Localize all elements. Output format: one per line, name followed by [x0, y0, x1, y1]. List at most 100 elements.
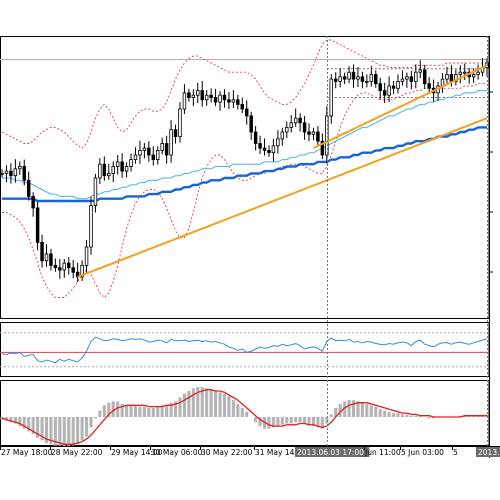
candle-body [262, 147, 267, 151]
candle-body [9, 170, 13, 177]
candle-body [147, 147, 151, 156]
candle-body [391, 85, 396, 89]
candle-body [271, 145, 276, 154]
time-axis-label-text: 5 [453, 448, 458, 457]
candle-body [253, 131, 258, 144]
candle-body [67, 262, 71, 269]
candle-body [374, 74, 378, 85]
candle-body [365, 81, 369, 83]
trading-chart[interactable]: 27 May 18:0028 May 22:00 29 May 14:0030 M… [0, 0, 500, 500]
candle-body [133, 154, 138, 160]
candle-body [445, 74, 449, 80]
candle-body [142, 147, 147, 151]
time-axis-label: 27 May 18:00 [1, 448, 53, 457]
time-axis-label-text: 2013.06.03 17:00 [297, 448, 364, 457]
candle-body [236, 99, 240, 105]
candle-body [458, 71, 463, 75]
candle-body [333, 78, 338, 82]
candle-body [387, 85, 391, 96]
candle-body [329, 78, 334, 117]
candle-body [440, 78, 445, 87]
candle-body [40, 241, 44, 262]
candle-body [35, 207, 40, 243]
candle-body [26, 179, 31, 197]
candle-body [378, 83, 382, 91]
candle-body [169, 129, 173, 156]
candle-body [471, 74, 476, 78]
candle-body [53, 264, 58, 269]
candle-body [173, 129, 178, 137]
candle-body [267, 149, 271, 154]
candle-body [449, 74, 454, 82]
candle-body [58, 267, 62, 271]
candle-body [115, 161, 120, 167]
candle-body [316, 131, 320, 142]
candle-body [218, 94, 222, 103]
candle-body [280, 131, 285, 140]
candle-body [231, 99, 236, 103]
time-axis-label-text: Jun 11:00 [364, 448, 401, 457]
candle-body [44, 253, 49, 262]
candle-body [129, 159, 133, 167]
candle-body [347, 71, 351, 80]
time-axis-label: 28 May 22:00 [51, 448, 103, 457]
candle-body [98, 163, 102, 179]
candle-body [285, 127, 289, 133]
time-axis-label: 30 May 06:00 [151, 448, 203, 457]
candle-body [204, 94, 209, 101]
candle-body [49, 253, 53, 266]
candle-body [356, 76, 360, 80]
candle-body [342, 76, 347, 80]
candle-body [124, 166, 129, 172]
candle-body [360, 76, 365, 82]
candle-body [400, 78, 405, 82]
candle[interactable] [89, 196, 93, 255]
candle-body [93, 177, 98, 207]
candle-body [476, 71, 480, 75]
candle-body [422, 69, 427, 85]
candle-body [0, 172, 4, 175]
candle-body [209, 94, 213, 98]
candle-body [463, 71, 467, 74]
candle-body [102, 163, 107, 177]
time-axis-label: 2013.06.06 [476, 447, 500, 457]
candle-body [111, 166, 115, 174]
candle-body [62, 262, 67, 271]
candle-body [298, 117, 302, 124]
candle-body [405, 76, 409, 80]
candle-body [258, 143, 262, 149]
candle-body [13, 168, 18, 177]
candle-body [31, 195, 35, 209]
candle-body [244, 108, 249, 117]
candle-body [289, 122, 293, 128]
candle-body [409, 76, 414, 82]
candle-body [240, 104, 245, 110]
candle-body [213, 97, 218, 103]
candle-body [293, 117, 298, 124]
time-axis-label-text: 30 May 06:00 [151, 448, 203, 457]
candle-body [120, 161, 124, 172]
candle-body [307, 131, 311, 135]
time-axis-label: 2013.06.03 17:00 [295, 447, 370, 457]
candle-body [182, 92, 187, 110]
candle-body [178, 108, 182, 138]
candle-body [414, 71, 418, 82]
time-axis-label-text: 5 Jun 03:00 [401, 448, 444, 457]
candle-body [200, 90, 204, 101]
time-axis-label-text: 28 May 22:00 [51, 448, 103, 457]
candle-body [427, 83, 431, 89]
candle-body [107, 172, 111, 177]
candle-body [276, 138, 280, 147]
candle-body [338, 76, 342, 82]
time-axis-label-text: 30 May 22:00 [201, 448, 253, 457]
candle-body [418, 69, 422, 73]
time-axis-label: 5 [453, 448, 458, 457]
candle-body [302, 122, 307, 133]
candle-body [222, 94, 227, 101]
candle-body [227, 99, 231, 103]
candle-body [164, 143, 169, 156]
candle[interactable] [329, 74, 334, 124]
candle-body [311, 131, 316, 135]
candle-body [187, 92, 191, 98]
candle-body [249, 115, 253, 133]
